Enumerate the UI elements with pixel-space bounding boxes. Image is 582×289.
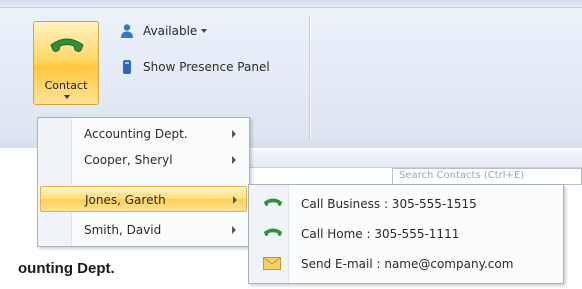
- call-home-item[interactable]: Call Home : 305-555-1111: [251, 219, 561, 249]
- ribbon-group-separator: [309, 16, 310, 144]
- available-label: Available: [143, 24, 198, 38]
- send-email-item[interactable]: Send E-mail : name@company.com: [251, 249, 561, 279]
- chevron-down-icon: [201, 29, 208, 33]
- show-presence-panel-button[interactable]: Show Presence Panel: [119, 58, 270, 76]
- phone-handset-icon: [50, 38, 84, 52]
- menu-item-label: Accounting Dept.: [84, 127, 188, 141]
- ribbon-tab-strip: [0, 0, 582, 8]
- call-home-label: Call Home : 305-555-1111: [301, 227, 460, 241]
- show-presence-panel-label: Show Presence Panel: [143, 60, 270, 74]
- contact-button[interactable]: Contact: [33, 21, 99, 105]
- search-contacts-input[interactable]: Search Contacts (Ctrl+E): [392, 168, 582, 185]
- phone-icon: [264, 228, 282, 236]
- presence-person-icon: [121, 24, 133, 38]
- menu-item-label: Smith, David: [84, 223, 162, 237]
- pane-header: [230, 150, 582, 168]
- phone-icon: [264, 198, 282, 206]
- send-email-label: Send E-mail : name@company.com: [301, 257, 514, 271]
- envelope-icon: [263, 257, 281, 270]
- menu-item-label: Cooper, Sheryl: [84, 153, 173, 167]
- menu-item-smith-david[interactable]: Smith, David: [40, 217, 247, 243]
- chevron-right-icon: [233, 196, 237, 204]
- chevron-right-icon: [232, 156, 236, 164]
- menu-item-jones-gareth[interactable]: Jones, Gareth: [40, 186, 247, 212]
- contact-submenu: Call Business : 305-555-1515 Call Home :…: [248, 184, 564, 284]
- presence-panel-icon: [123, 60, 131, 74]
- contact-button-label: Contact: [44, 79, 88, 92]
- chevron-right-icon: [232, 226, 236, 234]
- chevron-right-icon: [232, 130, 236, 138]
- call-business-item[interactable]: Call Business : 305-555-1515: [251, 189, 561, 219]
- section-heading: ounting Dept.: [18, 260, 115, 277]
- menu-item-label: Jones, Gareth: [85, 193, 166, 207]
- menu-item-accounting-dept[interactable]: Accounting Dept.: [40, 121, 247, 147]
- available-status-button[interactable]: Available: [119, 22, 208, 40]
- chevron-down-icon: [64, 95, 70, 99]
- contact-menu: Accounting Dept. Cooper, Sheryl Jones, G…: [37, 117, 250, 247]
- call-business-label: Call Business : 305-555-1515: [301, 197, 477, 211]
- menu-item-cooper-sheryl[interactable]: Cooper, Sheryl: [40, 147, 247, 173]
